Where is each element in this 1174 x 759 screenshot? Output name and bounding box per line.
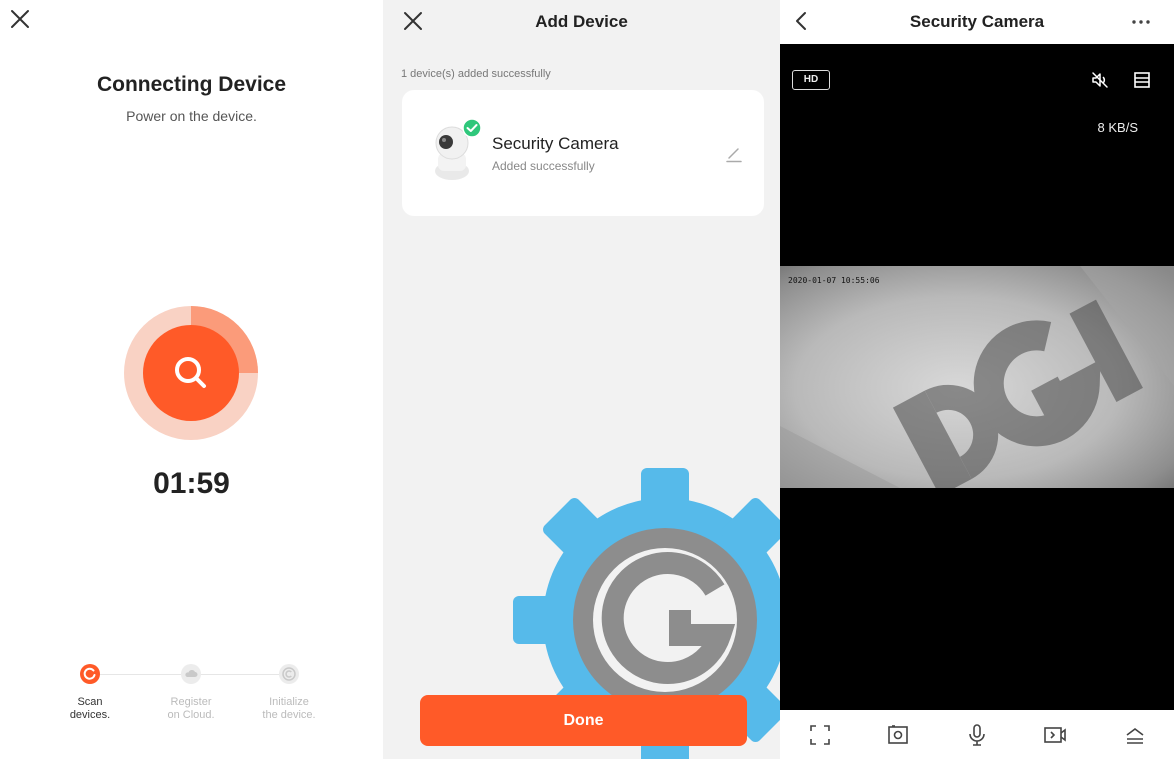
mute-icon[interactable] xyxy=(1090,70,1110,90)
bitrate-readout: 8 KB/S xyxy=(1097,120,1138,135)
add-device-screen: Add Device 1 device(s) added successfull… xyxy=(383,0,780,759)
device-name: Security Camera xyxy=(492,134,619,153)
initialize-icon xyxy=(279,664,299,684)
done-button[interactable]: Done xyxy=(420,695,747,746)
microphone-icon[interactable] xyxy=(964,722,990,748)
layout-icon[interactable] xyxy=(1132,70,1152,90)
check-icon xyxy=(462,118,482,138)
page-title: Connecting Device xyxy=(96,73,287,96)
scan-step-icon xyxy=(80,664,100,684)
countdown-timer: 01:59 xyxy=(153,467,230,500)
more-icon[interactable] xyxy=(1126,12,1156,32)
video-timestamp: 2020-01-07 10:55:06 xyxy=(788,276,880,285)
video-view[interactable]: HD 8 KB/S 2020-01-07 10:55:06 xyxy=(780,44,1174,710)
edit-icon[interactable] xyxy=(724,144,744,164)
record-icon[interactable] xyxy=(1042,722,1068,748)
close-icon[interactable] xyxy=(9,8,31,30)
snapshot-icon[interactable] xyxy=(885,722,911,748)
page-subtitle: Power on the device. xyxy=(126,108,257,124)
step-label-register: Register on Cloud. xyxy=(167,696,215,721)
camera-feed-image xyxy=(780,266,1174,488)
step-label-scan: Scan devices. xyxy=(69,696,111,721)
device-status: Added successfully xyxy=(492,159,595,173)
camera-live-screen: Security Camera HD 8 KB/S 2020-01-07 10:… xyxy=(780,0,1174,759)
step-label-initialize: Initialize the device. xyxy=(262,696,316,721)
camera-toolbar xyxy=(780,710,1174,759)
connecting-device-screen: Connecting Device Power on the device. 0… xyxy=(0,0,383,759)
scan-progress-ring xyxy=(124,306,258,440)
hd-toggle[interactable]: HD xyxy=(792,70,830,90)
expand-icon[interactable] xyxy=(1122,722,1148,748)
page-title: Add Device xyxy=(535,12,628,31)
page-title: Security Camera xyxy=(909,12,1045,31)
added-count-text: 1 device(s) added successfully xyxy=(401,68,551,80)
device-card[interactable]: Security Camera Added successfully xyxy=(402,90,764,216)
fullscreen-icon[interactable] xyxy=(807,722,833,748)
cloud-icon xyxy=(181,664,201,684)
